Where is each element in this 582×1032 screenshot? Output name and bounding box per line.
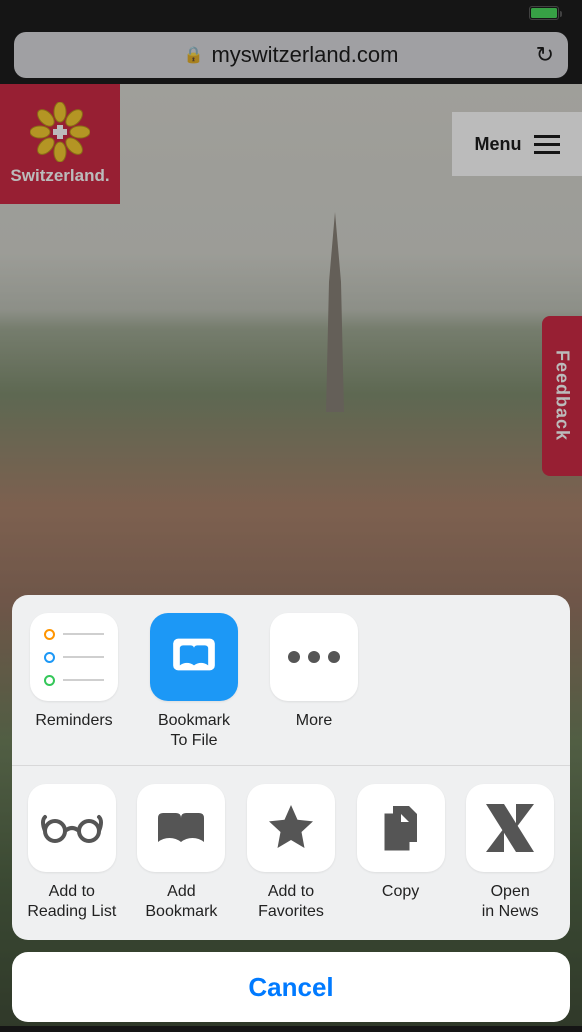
share-row-apps: Reminders Bookmark To File More (12, 595, 570, 765)
share-item-reminders[interactable]: Reminders (22, 613, 126, 751)
action-open-in-news[interactable]: Open in News (458, 784, 562, 922)
share-row-actions: Add to Reading List Add Bookmark Add to … (12, 765, 570, 940)
action-add-to-reading-list[interactable]: Add to Reading List (20, 784, 124, 922)
bookmark-icon (137, 784, 225, 872)
cancel-button[interactable]: Cancel (12, 952, 570, 1022)
share-item-more[interactable]: More (262, 613, 366, 751)
reading-list-icon (28, 784, 116, 872)
favorites-icon (247, 784, 335, 872)
share-card: Reminders Bookmark To File More (12, 595, 570, 940)
share-sheet: Reminders Bookmark To File More (12, 595, 570, 1022)
news-icon (466, 784, 554, 872)
share-item-bookmark-to-file[interactable]: Bookmark To File (142, 613, 246, 751)
action-copy[interactable]: Copy (349, 784, 453, 922)
bookmark-to-file-icon (150, 613, 238, 701)
action-add-bookmark[interactable]: Add Bookmark (130, 784, 234, 922)
copy-icon (357, 784, 445, 872)
reminders-icon (30, 613, 118, 701)
more-icon (270, 613, 358, 701)
action-add-to-favorites[interactable]: Add to Favorites (239, 784, 343, 922)
